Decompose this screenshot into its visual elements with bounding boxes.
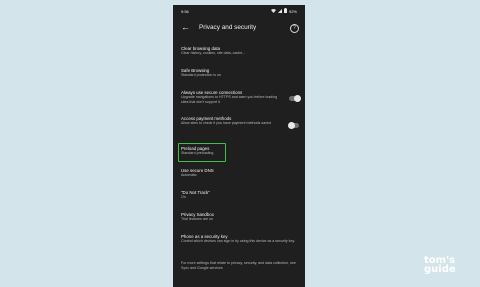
phone-screen: 9:56 92% ← Privacy and security ? Clear … xyxy=(173,5,305,287)
status-time: 9:56 xyxy=(181,9,189,14)
toms-guide-logo: tom's guide xyxy=(424,256,470,275)
setting-clear-browsing-data[interactable]: Clear browsing data Clear history, cooki… xyxy=(181,46,299,56)
setting-preload-pages[interactable]: Preload pages Standard preloading xyxy=(181,146,299,156)
setting-subtitle: Standard preloading xyxy=(181,151,214,156)
status-bar: 9:56 92% xyxy=(173,5,305,19)
setting-subtitle: Trial features are on xyxy=(181,217,214,222)
setting-subtitle: On xyxy=(181,195,186,200)
setting-payment-methods[interactable]: Access payment methods Allow sites to ch… xyxy=(181,116,281,126)
app-bar: ← Privacy and security ? xyxy=(173,19,305,39)
logo-line2: guide xyxy=(424,264,456,275)
page-title: Privacy and security xyxy=(199,24,257,31)
setting-subtitle: Upgrade navigations to HTTPS and warn yo… xyxy=(181,95,278,104)
toggle-knob xyxy=(288,122,295,129)
setting-phone-security-key[interactable]: Phone as a security key Control which de… xyxy=(181,234,299,244)
wifi-icon xyxy=(270,8,276,14)
status-icons: 92% xyxy=(270,8,297,14)
battery-percent: 92% xyxy=(288,8,297,14)
setting-subtitle: Automatic xyxy=(181,173,197,178)
arrow-left-icon[interactable]: ← xyxy=(181,22,190,32)
setting-secure-connections[interactable]: Always use secure connections Upgrade na… xyxy=(181,90,281,105)
setting-subtitle: Control which devices can sign in by usi… xyxy=(181,239,295,244)
setting-secure-dns[interactable]: Use secure DNS Automatic xyxy=(181,168,299,178)
setting-subtitle: Allow sites to check if you have payment… xyxy=(181,121,271,126)
footer-note: For more settings that relate to privacy… xyxy=(181,261,296,270)
help-circle-icon[interactable]: ? xyxy=(290,24,299,33)
setting-safe-browsing[interactable]: Safe Browsing Standard protection is on xyxy=(181,68,299,78)
payment-methods-toggle[interactable] xyxy=(288,122,299,129)
setting-subtitle: Clear history, cookies, site data, cache… xyxy=(181,51,246,56)
toggle-knob xyxy=(294,95,301,102)
setting-do-not-track[interactable]: "Do Not Track" On xyxy=(181,190,299,200)
setting-subtitle: Standard protection is on xyxy=(181,73,221,78)
secure-connections-toggle[interactable] xyxy=(289,95,301,102)
signal-icon xyxy=(277,8,282,14)
battery-icon xyxy=(283,8,287,14)
setting-privacy-sandbox[interactable]: Privacy Sandbox Trial features are on xyxy=(181,212,299,222)
